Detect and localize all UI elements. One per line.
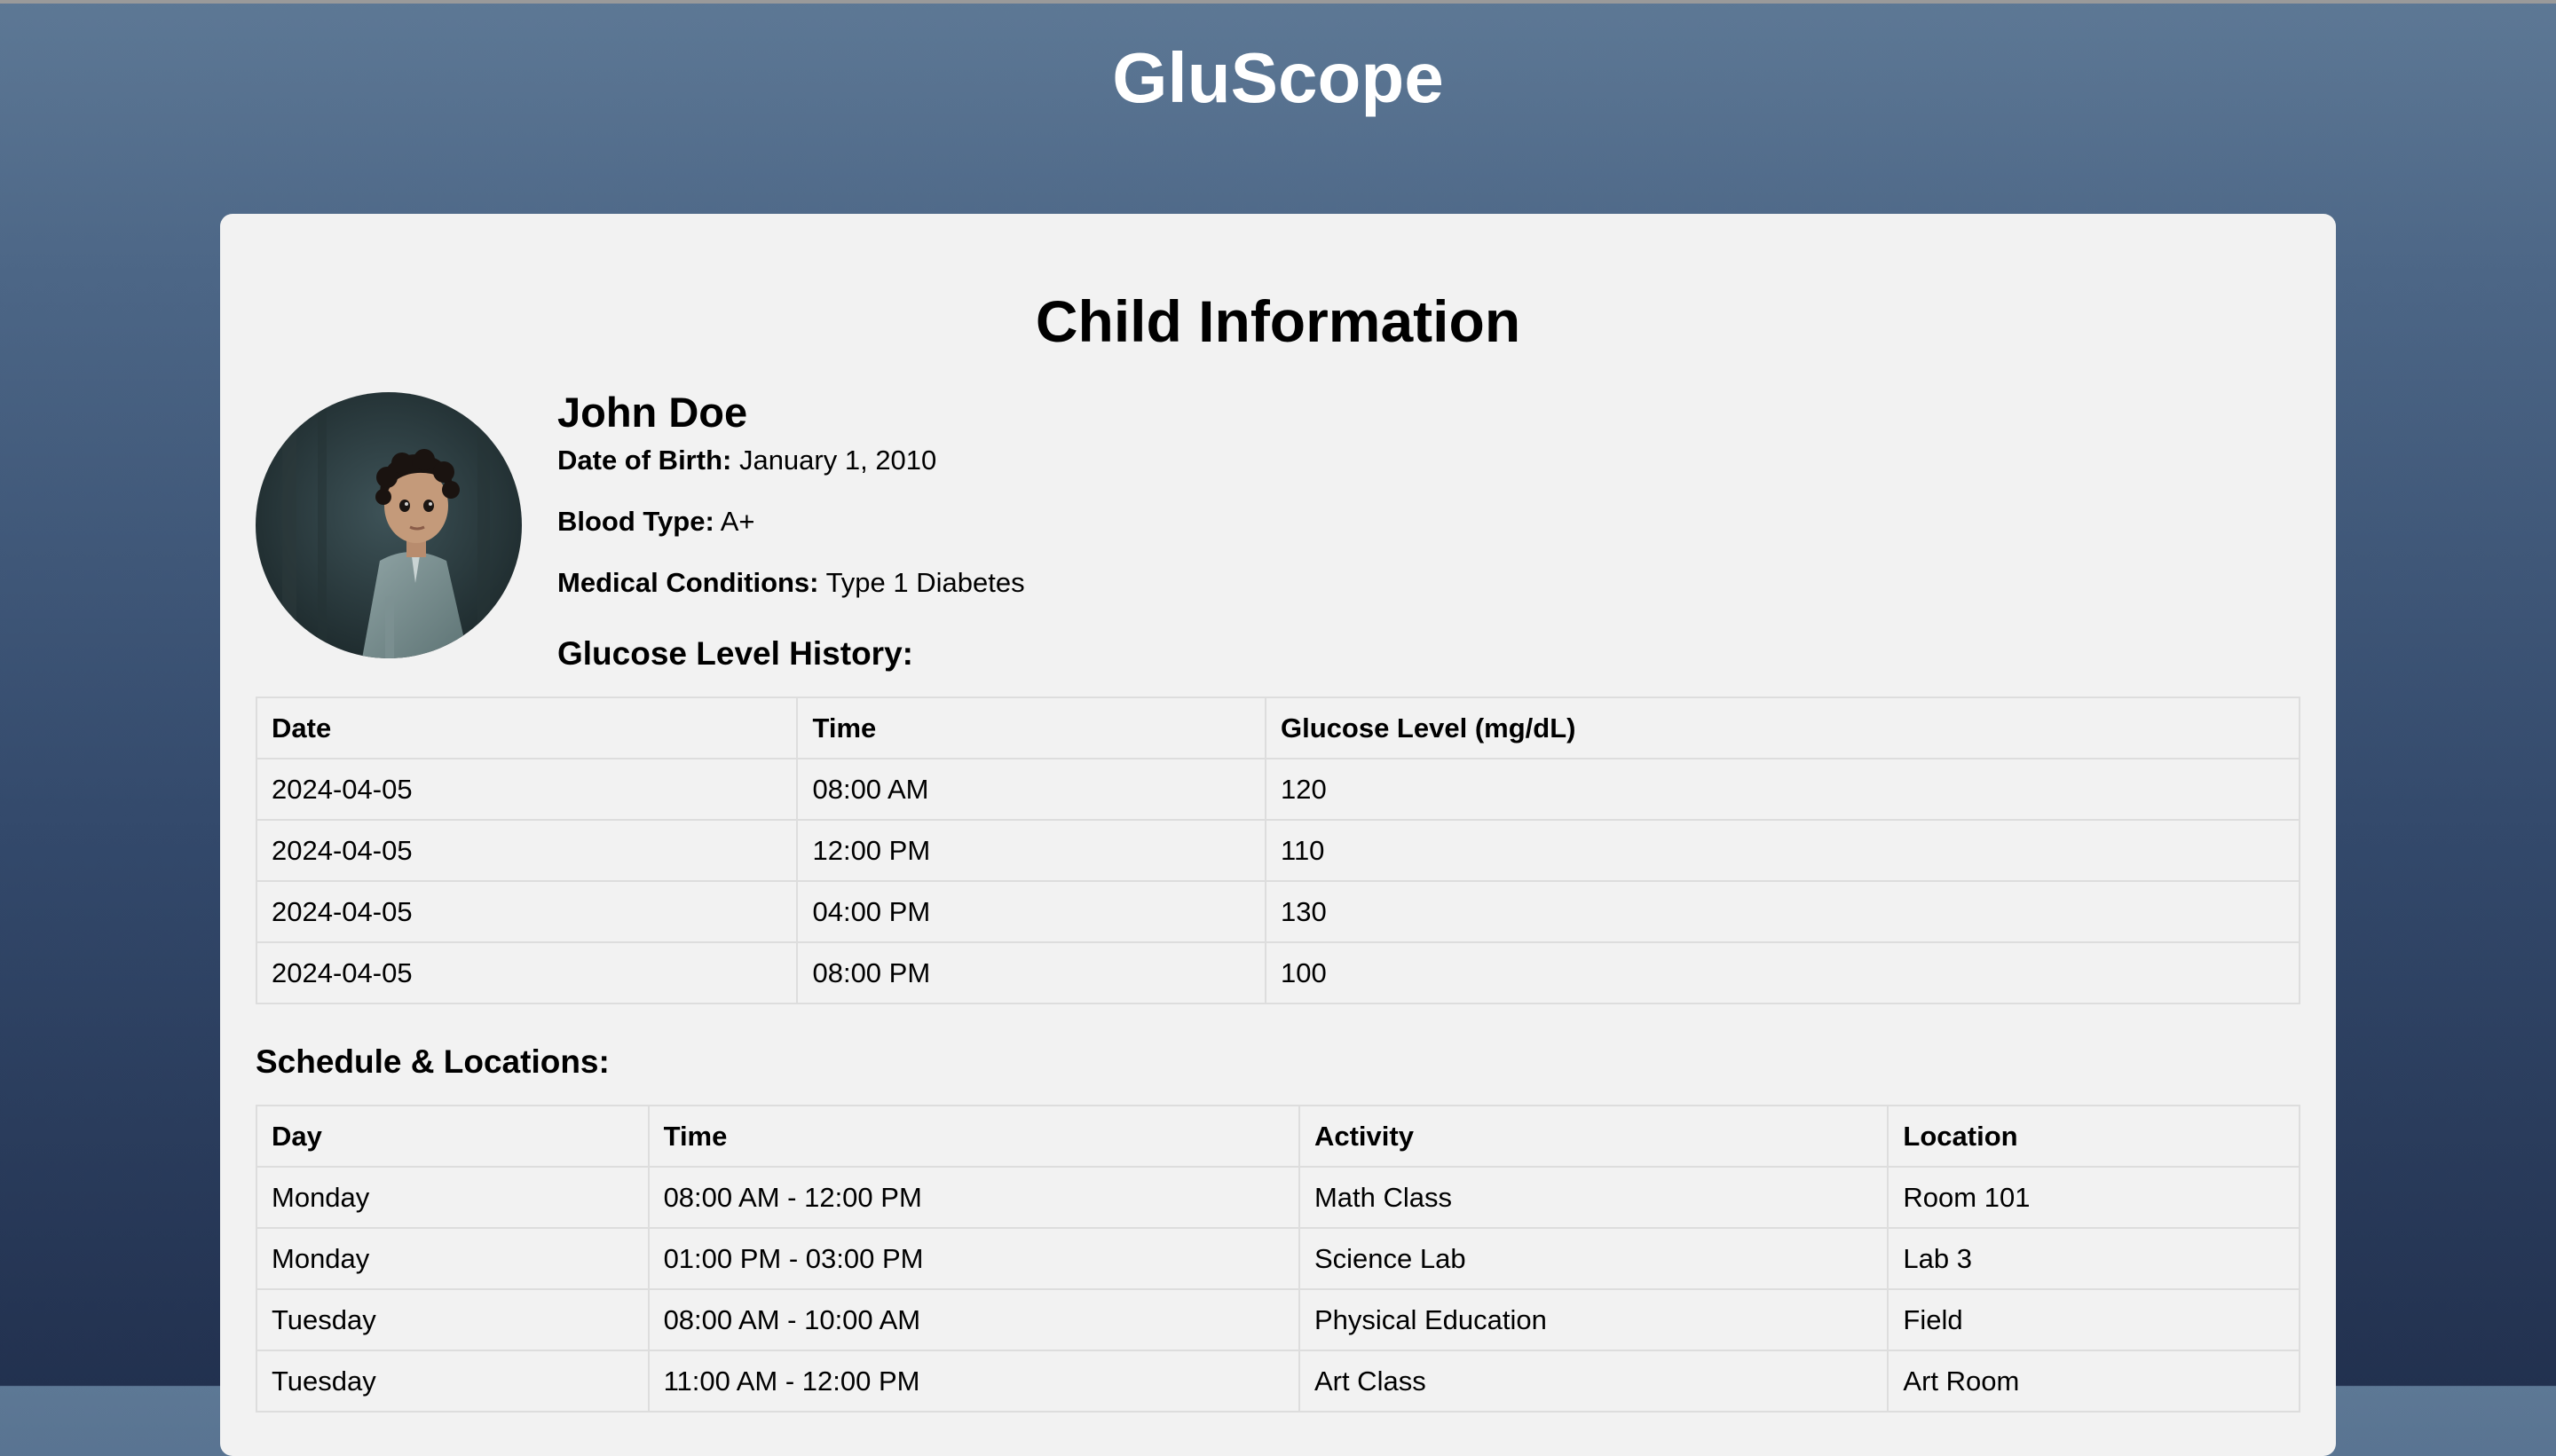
medical-conditions-row: Medical Conditions: Type 1 Diabetes bbox=[557, 565, 1025, 601]
table-cell: Monday bbox=[256, 1227, 650, 1290]
table-cell: Field bbox=[1887, 1288, 2300, 1351]
child-avatar bbox=[256, 392, 522, 658]
table-cell: Science Lab bbox=[1298, 1227, 1889, 1290]
table-row: 2024-04-05 04:00 PM 130 bbox=[255, 880, 2300, 943]
table-cell: 08:00 AM bbox=[796, 758, 1266, 821]
table-row: 2024-04-05 08:00 AM 120 bbox=[255, 758, 2300, 821]
table-cell: 130 bbox=[1265, 880, 2300, 943]
table-row: Tuesday 11:00 AM - 12:00 PM Art Class Ar… bbox=[256, 1350, 2300, 1413]
table-cell: 04:00 PM bbox=[796, 880, 1266, 943]
table-cell: Art Room bbox=[1887, 1350, 2300, 1413]
date-of-birth-value: January 1, 2010 bbox=[738, 445, 937, 476]
table-cell: 2024-04-05 bbox=[255, 880, 799, 943]
table-cell: 01:00 PM - 03:00 PM bbox=[647, 1227, 1300, 1290]
table-header-row: Day Time Activity Location bbox=[256, 1105, 2300, 1168]
column-header: Time bbox=[647, 1105, 1300, 1168]
medical-conditions-label: Medical Conditions: bbox=[557, 567, 819, 598]
blood-type-label: Blood Type: bbox=[557, 506, 714, 537]
child-name: John Doe bbox=[557, 389, 748, 436]
column-header: Time bbox=[796, 697, 1266, 759]
table-cell: Tuesday bbox=[256, 1350, 650, 1413]
window-top-border bbox=[0, 0, 2556, 4]
column-header: Activity bbox=[1298, 1105, 1889, 1168]
table-cell: 100 bbox=[1265, 941, 2300, 1004]
table-cell: 08:00 PM bbox=[796, 941, 1266, 1004]
table-cell: Monday bbox=[256, 1166, 650, 1229]
section-title: Child Information bbox=[1035, 288, 1521, 354]
table-header-row: Date Time Glucose Level (mg/dL) bbox=[255, 697, 2300, 759]
medical-conditions-value: Type 1 Diabetes bbox=[825, 567, 1025, 598]
table-cell: 110 bbox=[1265, 819, 2300, 882]
table-row: Tuesday 08:00 AM - 10:00 AM Physical Edu… bbox=[256, 1288, 2300, 1351]
table-cell: 120 bbox=[1265, 758, 2300, 821]
table-cell: 2024-04-05 bbox=[255, 758, 799, 821]
table-cell: Room 101 bbox=[1887, 1166, 2300, 1229]
date-of-birth-row: Date of Birth: January 1, 2010 bbox=[557, 443, 936, 478]
date-of-birth-label: Date of Birth: bbox=[557, 445, 732, 476]
table-cell: 2024-04-05 bbox=[255, 819, 799, 882]
table-cell: Tuesday bbox=[256, 1288, 650, 1351]
schedule-heading: Schedule & Locations: bbox=[256, 1043, 610, 1080]
table-cell: Math Class bbox=[1298, 1166, 1889, 1229]
table-cell: Physical Education bbox=[1298, 1288, 1889, 1351]
glucose-history-table: Date Time Glucose Level (mg/dL) 2024-04-… bbox=[255, 697, 2300, 1004]
column-header: Location bbox=[1887, 1105, 2300, 1168]
table-row: 2024-04-05 08:00 PM 100 bbox=[255, 941, 2300, 1004]
table-cell: 08:00 AM - 12:00 PM bbox=[647, 1166, 1300, 1229]
blood-type-value: A+ bbox=[720, 506, 755, 537]
child-info-card: Child Information John Doe Date of Birth… bbox=[220, 214, 2336, 1456]
table-row: Monday 01:00 PM - 03:00 PM Science Lab L… bbox=[256, 1227, 2300, 1290]
table-cell: 11:00 AM - 12:00 PM bbox=[647, 1350, 1300, 1413]
column-header: Glucose Level (mg/dL) bbox=[1265, 697, 2300, 759]
table-cell: Lab 3 bbox=[1887, 1227, 2300, 1290]
table-cell: Art Class bbox=[1298, 1350, 1889, 1413]
table-cell: 2024-04-05 bbox=[255, 941, 799, 1004]
app-title: GluScope bbox=[1112, 38, 1444, 117]
table-row: 2024-04-05 12:00 PM 110 bbox=[255, 819, 2300, 882]
table-row: Monday 08:00 AM - 12:00 PM Math Class Ro… bbox=[256, 1166, 2300, 1229]
table-cell: 12:00 PM bbox=[796, 819, 1266, 882]
column-header: Date bbox=[255, 697, 799, 759]
blood-type-row: Blood Type: A+ bbox=[557, 504, 754, 539]
column-header: Day bbox=[256, 1105, 650, 1168]
table-cell: 08:00 AM - 10:00 AM bbox=[647, 1288, 1300, 1351]
schedule-table: Day Time Activity Location Monday 08:00 … bbox=[256, 1105, 2300, 1413]
glucose-history-heading: Glucose Level History: bbox=[557, 635, 913, 672]
